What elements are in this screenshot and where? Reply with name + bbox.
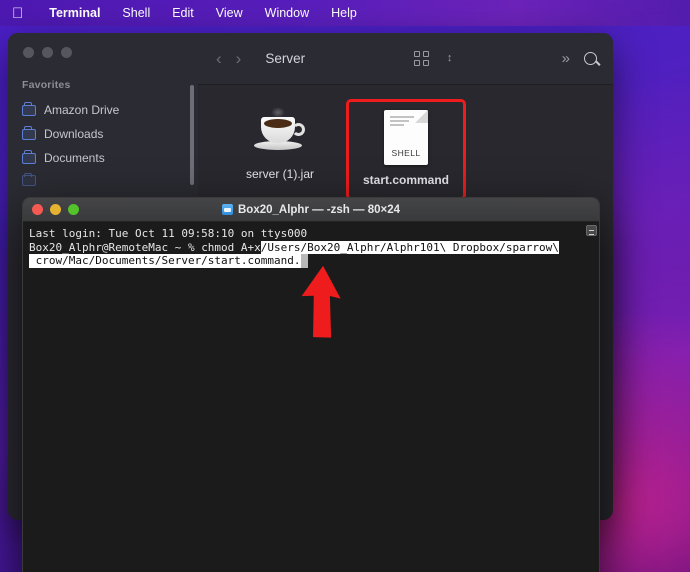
file-item-start-command[interactable]: SHELL start.command — [346, 99, 466, 200]
terminal-prompt: Box20_Alphr@RemoteMac ~ % — [29, 240, 202, 254]
finder-close-button[interactable] — [23, 47, 34, 58]
shell-document-icon: SHELL — [384, 110, 428, 165]
file-label: server (1).jar — [245, 167, 314, 181]
folder-icon — [22, 102, 36, 116]
sidebar-section-favorites: Favorites — [22, 79, 71, 91]
terminal-close-button[interactable] — [32, 204, 43, 215]
folder-icon — [22, 150, 36, 164]
sidebar-item-obscured[interactable] — [8, 170, 198, 191]
apple-logo-icon[interactable]:  — [12, 6, 23, 21]
terminal-cursor — [300, 254, 308, 268]
menu-item-edit[interactable]: Edit — [172, 6, 194, 20]
menu-item-view[interactable]: View — [216, 6, 243, 20]
sidebar-item-label: Downloads — [44, 127, 104, 141]
finder-path-title: Server — [265, 51, 306, 66]
sidebar-scrollbar[interactable] — [190, 85, 194, 185]
macos-menu-bar:  Terminal Shell Edit View Window Help — [0, 0, 690, 26]
finder-zoom-button[interactable] — [61, 47, 72, 58]
search-icon[interactable] — [584, 52, 598, 65]
sidebar-item-label: Documents — [44, 151, 105, 165]
terminal-line-last-login: Last login: Tue Oct 11 09:58:10 on ttys0… — [29, 227, 308, 240]
finder-minimize-button[interactable] — [42, 47, 53, 58]
menu-item-shell[interactable]: Shell — [122, 6, 150, 20]
terminal-title-bar[interactable]: Box20_Alphr — -zsh — 80×24 — [23, 198, 599, 222]
sidebar-item-documents[interactable]: Documents — [8, 146, 198, 170]
finder-window-controls[interactable] — [8, 33, 198, 58]
double-chevron-right-icon[interactable]: » — [562, 50, 570, 67]
sidebar-item-downloads[interactable]: Downloads — [8, 122, 198, 146]
terminal-title: Box20_Alphr — -zsh — 80×24 — [23, 204, 599, 216]
menu-item-help[interactable]: Help — [331, 6, 357, 20]
scroll-indicator-icon[interactable] — [586, 225, 597, 236]
terminal-title-text: Box20_Alphr — -zsh — 80×24 — [237, 203, 401, 216]
sidebar-item-amazon-drive[interactable]: Amazon Drive — [8, 98, 198, 122]
file-label: start.command — [362, 173, 450, 187]
folder-icon — [22, 172, 36, 186]
folder-icon — [22, 126, 36, 140]
chevron-updown-icon[interactable]: ↕ — [447, 53, 453, 64]
chevron-left-icon[interactable]: ‹ — [216, 50, 222, 67]
sidebar-item-label: Amazon Drive — [44, 103, 120, 117]
chevron-right-icon[interactable]: › — [236, 50, 242, 67]
menu-item-window[interactable]: Window — [265, 6, 309, 20]
terminal-command-path-wrapped: crow/Mac/Documents/Server/start.command. — [29, 254, 301, 268]
terminal-window-controls[interactable] — [23, 204, 79, 215]
terminal-folder-icon — [221, 204, 233, 215]
java-jar-coffee-icon — [251, 107, 309, 159]
terminal-output-area[interactable]: Last login: Tue Oct 11 09:58:10 on ttys0… — [23, 222, 599, 572]
terminal-minimize-button[interactable] — [50, 204, 61, 215]
menu-item-terminal[interactable]: Terminal — [49, 6, 100, 20]
terminal-command-path: /Users/Box20_Alphr/Alphr101\ Dropbox/spa… — [260, 240, 559, 254]
file-item-server-jar[interactable]: server (1).jar — [220, 99, 340, 191]
terminal-zoom-button[interactable] — [68, 204, 79, 215]
terminal-command-text: chmod A+x — [201, 240, 261, 254]
shell-badge-label: SHELL — [391, 148, 421, 158]
grid-view-icon[interactable] — [414, 51, 429, 66]
terminal-window[interactable]: Box20_Alphr — -zsh — 80×24 Last login: T… — [22, 197, 600, 572]
finder-toolbar: ‹ › Server ↕ » — [198, 33, 613, 85]
